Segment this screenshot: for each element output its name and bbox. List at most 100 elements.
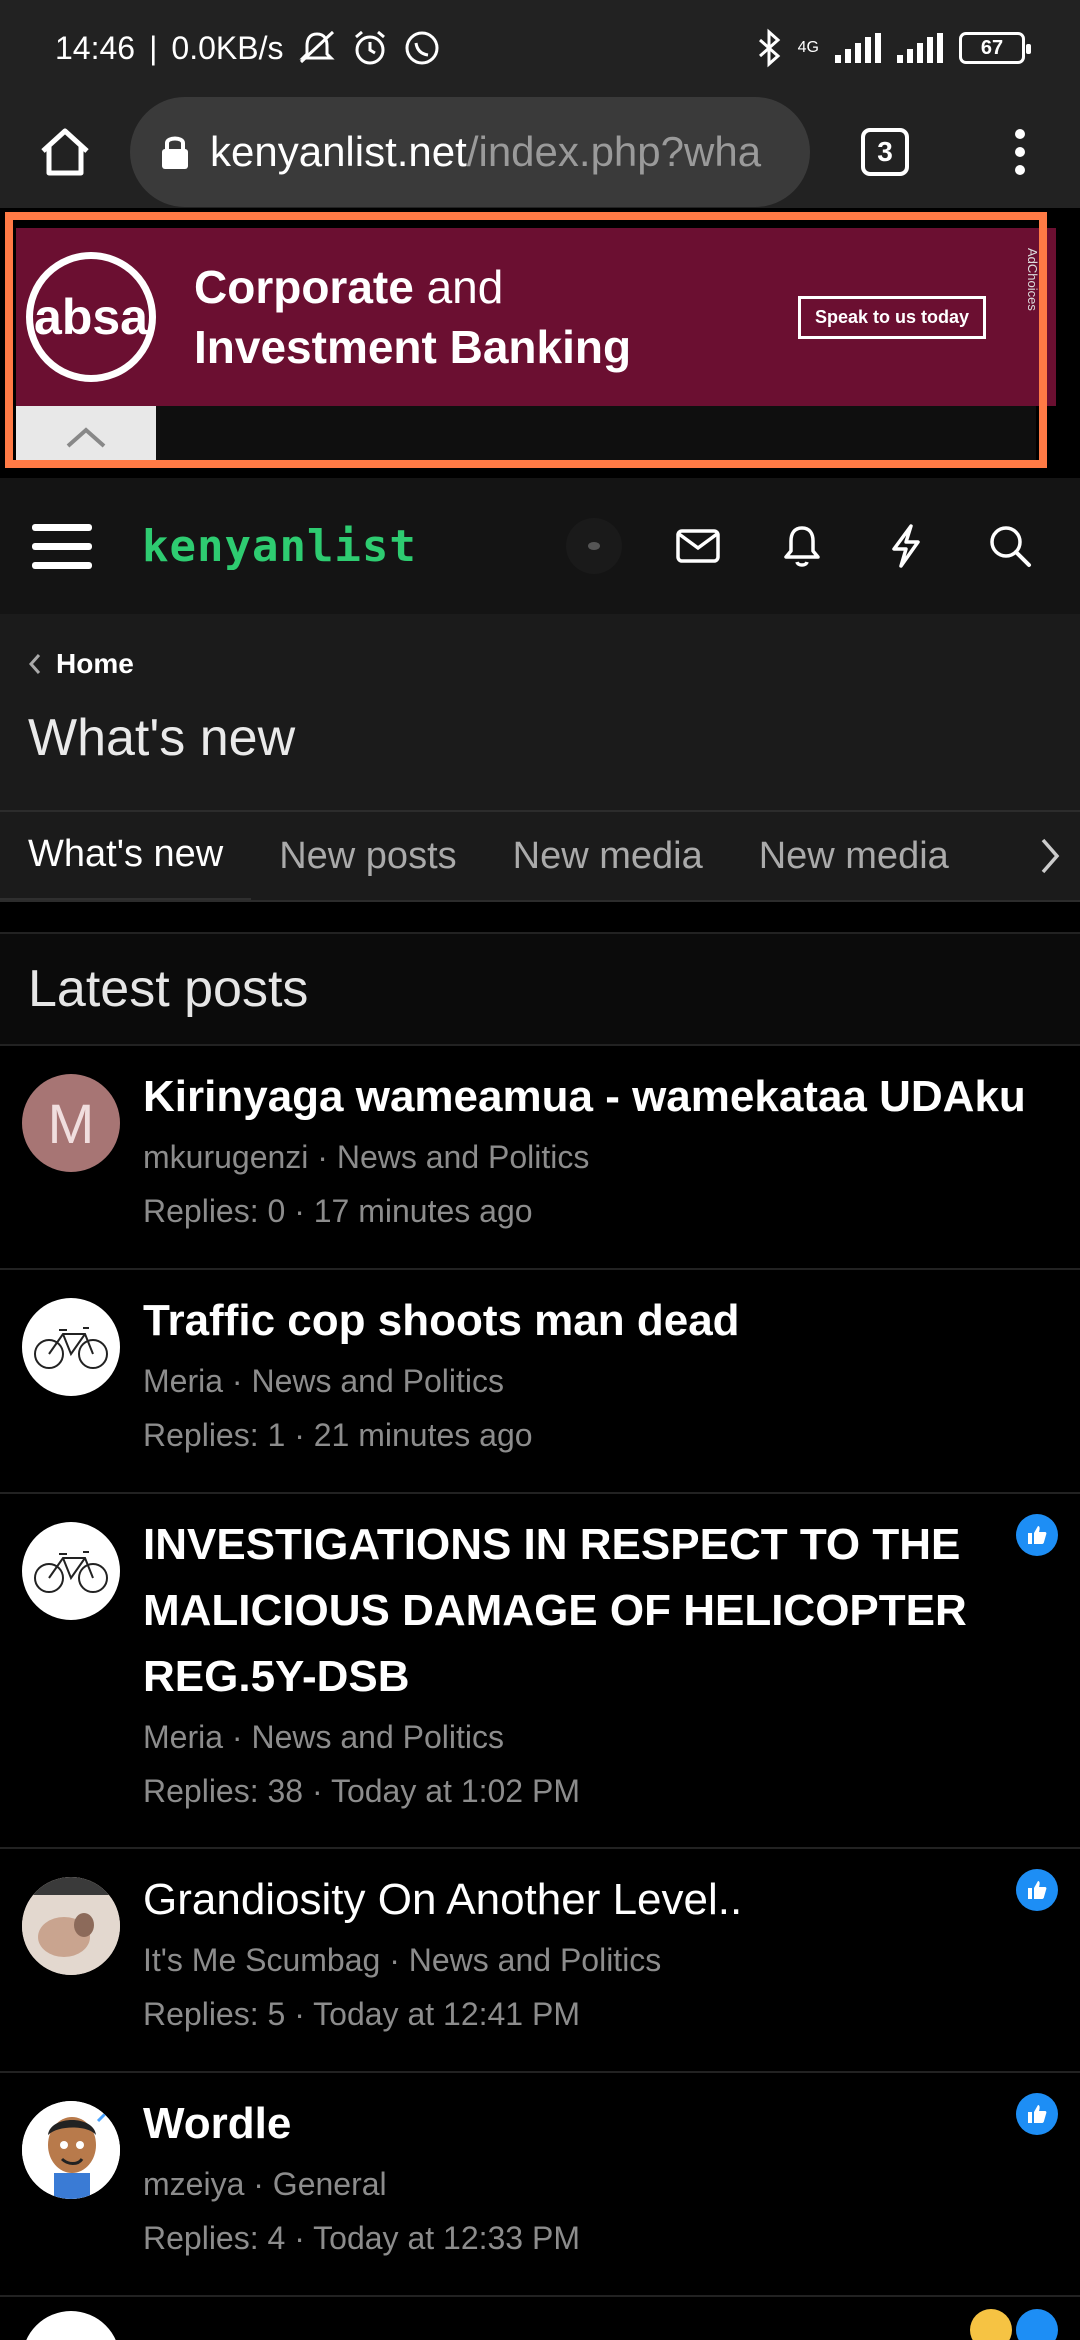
bicycle-icon: [34, 1551, 108, 1593]
alerts-button[interactable]: [750, 494, 854, 598]
tab-new-media[interactable]: New media: [485, 812, 731, 900]
like-badge: [1016, 2093, 1058, 2135]
post-author[interactable]: mzeiya: [143, 2166, 244, 2202]
thumbs-up-icon: [1028, 1881, 1047, 1899]
status-time: 14:46: [55, 29, 136, 66]
site-logo[interactable]: kenyanlist: [142, 521, 417, 572]
avatar[interactable]: [22, 2311, 120, 2340]
chevron-right-icon: [1041, 838, 1060, 874]
list-item[interactable]: Wordle mzeiya · General Replies: 4 · Tod…: [0, 2073, 1080, 2297]
tab-count: 3: [861, 128, 909, 176]
avatar[interactable]: [22, 2101, 120, 2199]
list-item-partial[interactable]: [0, 2297, 1080, 2340]
avatar[interactable]: [22, 1298, 120, 1396]
post-time[interactable]: 21 minutes ago: [314, 1417, 533, 1453]
like-badge: [1016, 1869, 1058, 1911]
ad-container: absa Corporate and Investment Banking Sp…: [0, 208, 1080, 478]
haha-reaction-icon: [970, 2309, 1012, 2340]
breadcrumb-home[interactable]: Home: [56, 648, 134, 680]
post-title[interactable]: Wordle: [143, 2091, 1000, 2157]
post-forum[interactable]: News and Politics: [251, 1363, 504, 1399]
post-replies: Replies: 4: [143, 2220, 286, 2256]
tab-new-posts[interactable]: New posts: [251, 812, 484, 900]
post-time[interactable]: Today at 12:41 PM: [313, 1996, 580, 2032]
mute-icon: [297, 30, 337, 66]
like-reaction-icon: [1016, 2309, 1058, 2340]
posts-list: M Kirinyaga wameamua - wamekataa UDAku m…: [0, 1046, 1080, 2340]
site-header: kenyanlist: [0, 478, 1080, 614]
tab-whats-new[interactable]: What's new: [0, 812, 252, 900]
photo-avatar-icon: [22, 1877, 120, 1975]
post-time[interactable]: Today at 12:33 PM: [313, 2220, 580, 2256]
battery-icon: 67: [959, 32, 1031, 64]
avatar[interactable]: [22, 1877, 120, 1975]
post-title[interactable]: Traffic cop shoots man dead: [143, 1288, 1050, 1354]
signal-icon: [835, 33, 881, 63]
thumbs-up-icon: [1028, 1526, 1047, 1544]
search-button[interactable]: [958, 494, 1062, 598]
whats-new-button[interactable]: [854, 494, 958, 598]
tab-bar: What's new New posts New media New media: [0, 810, 1080, 902]
lightning-icon: [892, 524, 920, 568]
breadcrumb[interactable]: Home: [28, 648, 134, 680]
post-author[interactable]: mkurugenzi: [143, 1139, 308, 1175]
section-title: Latest posts: [0, 932, 1080, 1046]
post-author[interactable]: It's Me Scumbag: [143, 1942, 380, 1978]
alarm-icon: [351, 29, 389, 67]
post-forum[interactable]: News and Politics: [409, 1942, 662, 1978]
status-speed: 0.0KB/s: [171, 29, 284, 66]
browser-toolbar: kenyanlist.net/index.php?wha 3: [0, 96, 1080, 208]
thumbs-up-icon: [1028, 2105, 1047, 2123]
home-button[interactable]: [0, 96, 130, 208]
post-title[interactable]: Kirinyaga wameamua - wamekataa UDAku: [143, 1064, 1050, 1130]
post-title[interactable]: INVESTIGATIONS IN RESPECT TO THE MALICIO…: [143, 1512, 1000, 1710]
page-title: What's new: [28, 709, 296, 767]
tabs-button[interactable]: 3: [810, 96, 960, 208]
avatar: [566, 518, 622, 574]
post-replies: Replies: 0: [143, 1193, 286, 1229]
inbox-button[interactable]: [646, 494, 750, 598]
search-icon: [990, 526, 1031, 567]
home-icon: [41, 128, 89, 176]
reaction-badges: [970, 2309, 1058, 2340]
envelope-icon: [676, 529, 720, 563]
avatar[interactable]: M: [22, 1074, 120, 1172]
post-forum[interactable]: General: [273, 2166, 387, 2202]
url-path: /index.php?wha: [466, 128, 762, 175]
post-author[interactable]: Meria: [143, 1363, 223, 1399]
signal-icon-2: [897, 33, 943, 63]
post-replies: Replies: 38: [143, 1773, 304, 1809]
post-forum[interactable]: News and Politics: [337, 1139, 590, 1175]
post-time[interactable]: 17 minutes ago: [314, 1193, 533, 1229]
post-title[interactable]: Grandiosity On Another Level..: [143, 1867, 1000, 1933]
avatar[interactable]: [22, 1522, 120, 1620]
post-replies: Replies: 1: [143, 1417, 286, 1453]
account-avatar-button[interactable]: [542, 494, 646, 598]
hamburger-menu-icon[interactable]: [32, 523, 92, 569]
list-item[interactable]: Grandiosity On Another Level.. It's Me S…: [0, 1849, 1080, 2073]
network-type: 4G: [797, 39, 819, 56]
bluetooth-icon: [756, 28, 782, 68]
post-time[interactable]: Today at 1:02 PM: [331, 1773, 580, 1809]
list-item[interactable]: M Kirinyaga wameamua - wamekataa UDAku m…: [0, 1046, 1080, 1270]
tab-scroll-right-button[interactable]: [1020, 812, 1080, 900]
post-author[interactable]: Meria: [143, 1719, 223, 1755]
highlight-box: [5, 212, 1047, 468]
lock-icon: [160, 133, 190, 171]
cartoon-avatar-icon: [22, 2101, 120, 2199]
like-badge: [1016, 1514, 1058, 1556]
post-replies: Replies: 5: [143, 1996, 286, 2032]
title-area: Home What's new: [0, 614, 1080, 810]
list-item[interactable]: INVESTIGATIONS IN RESPECT TO THE MALICIO…: [0, 1494, 1080, 1849]
list-item[interactable]: Traffic cop shoots man dead Meria · News…: [0, 1270, 1080, 1494]
browser-menu-button[interactable]: [960, 96, 1080, 208]
url-host: kenyanlist.net: [210, 128, 467, 175]
bell-icon: [784, 526, 820, 567]
address-bar[interactable]: kenyanlist.net/index.php?wha: [130, 97, 810, 207]
whatsapp-icon: [403, 29, 441, 67]
status-bar: 14:46 | 0.0KB/s 4G 67: [0, 0, 1080, 96]
post-forum[interactable]: News and Politics: [251, 1719, 504, 1755]
chevron-left-icon: [28, 654, 41, 674]
tab-new-media-comments[interactable]: New media: [731, 812, 977, 900]
bicycle-icon: [34, 1327, 108, 1369]
